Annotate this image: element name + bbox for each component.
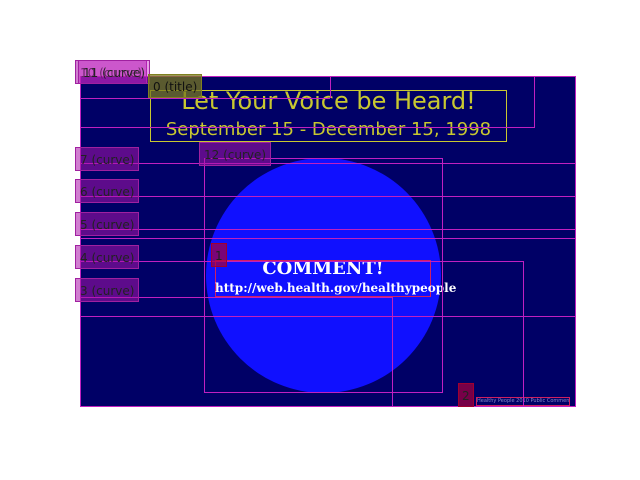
label-curve-11: 11 (curve) xyxy=(78,60,151,84)
label-curve-12: 12 (curve) xyxy=(199,142,272,166)
curve-11-line-h xyxy=(80,98,330,99)
curve-3-line-v xyxy=(392,297,393,407)
curve-6-line xyxy=(80,196,576,197)
label-curve-3: 3 (curve) xyxy=(75,278,140,302)
label-curve-5: 5 (curve) xyxy=(75,212,140,236)
curve-7-line xyxy=(80,163,576,164)
label-curve-7: 7 (curve) xyxy=(75,147,140,171)
curve-3b-line xyxy=(80,316,576,317)
curve-5b-line xyxy=(80,238,576,239)
label-number-2: 2 xyxy=(458,383,474,407)
label-number-1: 1 xyxy=(211,243,227,267)
annotated-slide-canvas: Let Your Voice be Heard! September 15 - … xyxy=(0,0,640,480)
label-curve-6: 6 (curve) xyxy=(75,179,140,203)
curve-11-line-v xyxy=(330,76,331,98)
curve-5-line xyxy=(80,229,576,230)
label-curve-4: 4 (curve) xyxy=(75,245,140,269)
label-title-0: 0 (title) xyxy=(148,74,203,98)
